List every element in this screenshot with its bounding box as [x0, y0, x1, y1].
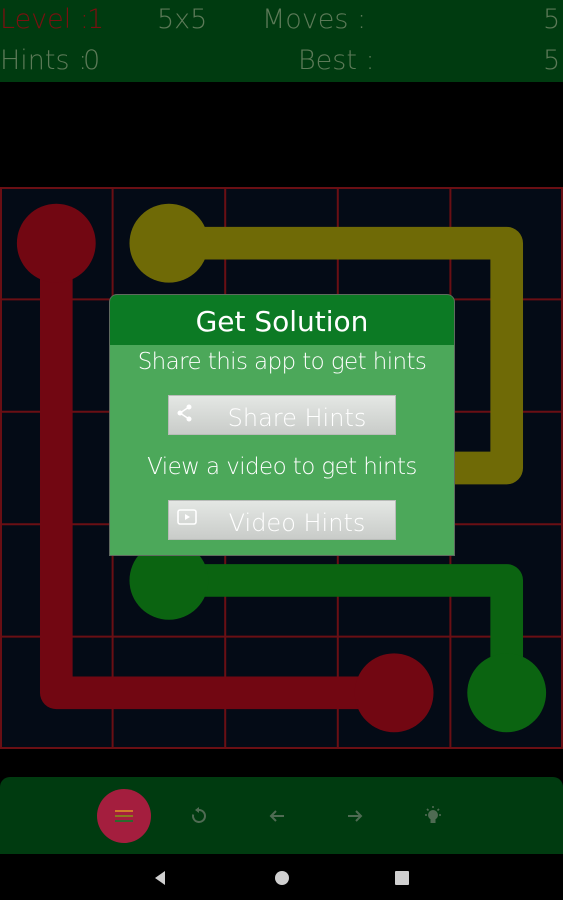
flow-endpoint-dot[interactable]: [354, 653, 434, 733]
flow-endpoint-dot[interactable]: [129, 203, 209, 283]
share-description: Share this app to get hints: [137, 349, 427, 375]
hint-button[interactable]: [418, 801, 448, 831]
video-hints-button[interactable]: Video Hints: [168, 500, 396, 540]
next-button[interactable]: [340, 801, 370, 831]
best-value: 5: [543, 45, 561, 76]
moves-label: Moves :: [262, 4, 367, 35]
share-hints-button[interactable]: Share Hints: [168, 395, 396, 435]
back-icon: [155, 871, 165, 885]
best-label: Best :: [298, 45, 375, 76]
flow-endpoint-dot[interactable]: [16, 203, 96, 283]
bulb-icon: [425, 806, 441, 823]
restart-button[interactable]: [184, 801, 214, 831]
hints-value: 0: [83, 45, 101, 76]
home-icon: [275, 871, 289, 885]
recents-icon: [395, 871, 409, 885]
level-value: 1: [87, 4, 105, 35]
system-nav-bar: [0, 854, 563, 900]
arrow-left-icon: [269, 810, 284, 822]
previous-button[interactable]: [262, 801, 292, 831]
moves-value: 5: [543, 4, 561, 35]
restart-icon: [192, 807, 206, 823]
video-description: View a video to get hints: [147, 454, 417, 480]
solution-dialog: Get Solution Share this app to get hints…: [109, 294, 455, 556]
game-header: Level : 1 5x5 Moves : 5 Hints : 0 Best :…: [0, 0, 563, 82]
flow-endpoint-dot[interactable]: [467, 653, 547, 733]
nav-recents-button[interactable]: [392, 868, 412, 888]
menu-icon: [115, 810, 133, 822]
nav-back-button[interactable]: [151, 868, 171, 888]
arrow-right-icon: [348, 810, 363, 822]
share-hints-label: Share Hints: [227, 404, 367, 432]
hints-label: Hints :: [0, 45, 88, 76]
bottom-toolbar: [0, 777, 563, 854]
grid-size: 5x5: [157, 4, 208, 35]
dialog-title: Get Solution: [110, 295, 454, 345]
video-hints-label: Video Hints: [228, 509, 366, 537]
menu-button[interactable]: [97, 789, 151, 843]
level-label: Level :: [0, 4, 89, 35]
nav-home-button[interactable]: [272, 868, 292, 888]
